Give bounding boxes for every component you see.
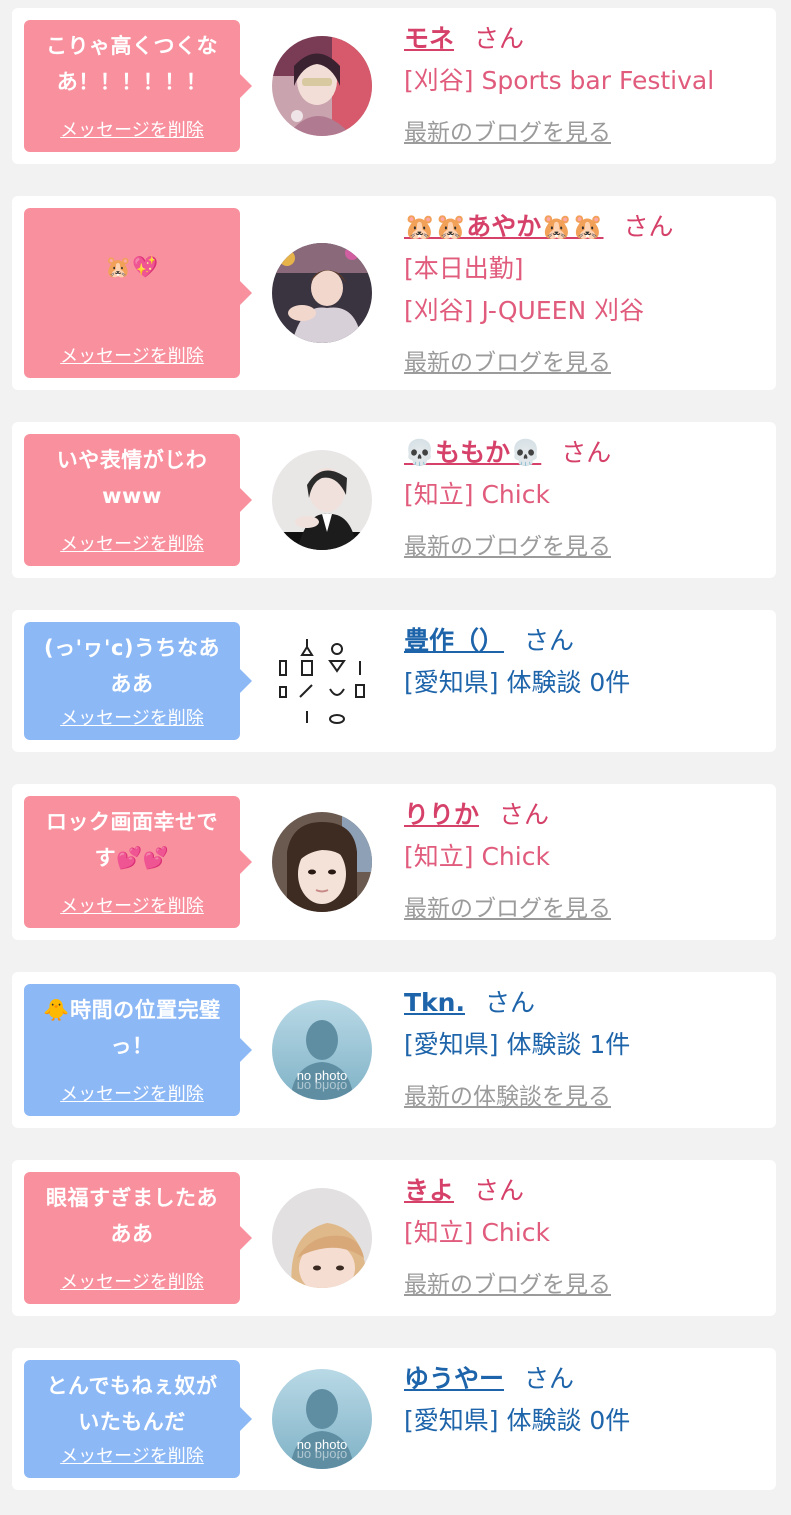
user-name-line: きよ さん	[404, 1170, 768, 1212]
user-avatar[interactable]	[272, 631, 372, 731]
user-name-line: モネ さん	[404, 18, 768, 60]
user-detail: [愛知県] 体験談 1件	[404, 1030, 631, 1059]
message-text: いや表情がじわ www	[56, 448, 208, 508]
delete-message-link[interactable]: メッセージを削除	[24, 116, 240, 142]
honorific-suffix: さん	[524, 1364, 575, 1393]
user-name-link[interactable]: 豊作（）	[404, 626, 504, 655]
message-list: こりゃ高くつくな あ！！！！！！ メッセージを削除 モネ さん [刈谷] Sports …	[0, 0, 791, 1515]
user-detail: [知立] Chick	[404, 1218, 550, 1247]
message-bubble: (っ'ヮ'c)うちなあ ああメッセージを削除	[24, 622, 252, 740]
latest-post-link[interactable]: 最新の体験談を見る	[404, 1076, 768, 1118]
delete-message-link[interactable]: メッセージを削除	[24, 1442, 240, 1468]
delete-message-link[interactable]: メッセージを削除	[24, 342, 240, 368]
message-card: とんでもねぇ奴が いたもんだ メッセージを削除 no photo no photo ゆう…	[12, 1348, 776, 1490]
user-detail: [愛知県] 体験談 0件	[404, 1406, 631, 1435]
user-name-line: 🐹🐹あやか🐹🐹 さん	[404, 206, 768, 248]
user-name-line: りりか さん	[404, 794, 768, 836]
user-info: Tkn. さん [愛知県] 体験談 1件最新の体験談を見る	[404, 982, 768, 1118]
user-avatar[interactable]	[272, 36, 372, 136]
user-name-link[interactable]: きよ	[404, 1176, 454, 1205]
user-info: 💀ももか💀 さん [知立] Chick 最新のブログを見る	[404, 432, 768, 568]
user-detail: [本日出勤]	[404, 254, 524, 283]
message-bubble: 🐥時間の位置完璧 っ！ メッセージを削除	[24, 984, 252, 1116]
latest-post-link[interactable]: 最新のブログを見る	[404, 526, 768, 568]
honorific-suffix: さん	[499, 800, 550, 829]
delete-message-link[interactable]: メッセージを削除	[24, 1080, 240, 1106]
user-name-link[interactable]: 🐹🐹あやか🐹🐹	[404, 212, 604, 241]
latest-post-link[interactable]: 最新のブログを見る	[404, 342, 768, 384]
message-bubble: とんでもねぇ奴が いたもんだメッセージを削除	[24, 1360, 252, 1478]
user-info: 🐹🐹あやか🐹🐹 さん [本日出勤] [刈谷] J-QUEEN 刈谷最新のブログを見る	[404, 206, 768, 384]
latest-post-link[interactable]: 最新のブログを見る	[404, 112, 768, 154]
svg-text:no photo: no photo	[297, 1079, 348, 1094]
honorific-suffix: さん	[561, 438, 612, 467]
user-name-link[interactable]: りりか	[404, 800, 479, 829]
message-bubble: 眼福すぎましたあ ああメッセージを削除	[24, 1172, 252, 1304]
svg-text:no photo: no photo	[297, 1448, 348, 1463]
user-info: ゆうやー さん [愛知県] 体験談 0件	[404, 1358, 768, 1442]
user-info: りりか さん [知立] Chick 最新のブログを見る	[404, 794, 768, 930]
honorific-suffix: さん	[623, 212, 674, 241]
user-avatar[interactable]	[272, 812, 372, 912]
message-text: こりゃ高くつくな あ！！！！！！	[46, 34, 218, 94]
latest-post-link[interactable]: 最新のブログを見る	[404, 1264, 768, 1306]
message-card: 🐥時間の位置完璧 っ！ メッセージを削除 no photo no photo Tkn. さ…	[12, 972, 776, 1128]
message-text: 🐹💖	[105, 255, 159, 279]
honorific-suffix: さん	[474, 1176, 525, 1205]
honorific-suffix: さん	[484, 988, 535, 1017]
user-name-link[interactable]: 💀ももか💀	[404, 438, 541, 467]
message-text: 🐥時間の位置完璧 っ！	[43, 998, 221, 1058]
user-name-line: 💀ももか💀 さん	[404, 432, 768, 474]
user-avatar[interactable]: no photo no photo	[272, 1000, 372, 1100]
latest-post-link[interactable]: 最新のブログを見る	[404, 888, 768, 930]
user-detail: [刈谷] J-QUEEN 刈谷	[404, 296, 645, 325]
user-avatar[interactable]: no photo no photo	[272, 1369, 372, 1469]
message-text: (っ'ヮ'c)うちなあ ああ	[43, 636, 220, 696]
message-bubble: 🐹💖 メッセージを削除	[24, 208, 252, 378]
delete-message-link[interactable]: メッセージを削除	[24, 704, 240, 730]
message-text: 眼福すぎましたあ ああ	[46, 1186, 218, 1246]
user-avatar[interactable]	[272, 1188, 372, 1288]
user-name-link[interactable]: ゆうやー	[404, 1364, 504, 1393]
honorific-suffix: さん	[524, 626, 575, 655]
honorific-suffix: さん	[474, 24, 525, 53]
user-detail: [愛知県] 体験談 0件	[404, 668, 631, 697]
user-detail: [知立] Chick	[404, 842, 550, 871]
message-card: ロック画面幸せで す💕💕 メッセージを削除 りりか さん [知立] Chick 最新のブロ…	[12, 784, 776, 940]
message-bubble: ロック画面幸せで す💕💕 メッセージを削除	[24, 796, 252, 928]
message-bubble: こりゃ高くつくな あ！！！！！！ メッセージを削除	[24, 20, 252, 152]
message-card: いや表情がじわ www メッセージを削除 💀ももか💀 さん [知立] Chick 最新のブ…	[12, 422, 776, 578]
user-info: 豊作（） さん [愛知県] 体験談 0件	[404, 620, 768, 704]
message-bubble: いや表情がじわ www メッセージを削除	[24, 434, 252, 566]
user-detail: [刈谷] Sports bar Festival	[404, 66, 715, 95]
message-card: 🐹💖 メッセージを削除 🐹🐹あやか🐹🐹 さん [本日出勤] [刈谷] J-QUEEN 刈谷…	[12, 196, 776, 390]
user-avatar[interactable]	[272, 450, 372, 550]
user-info: モネ さん [刈谷] Sports bar Festival 最新のブログを見る	[404, 18, 768, 154]
message-text: ロック画面幸せで す💕💕	[46, 810, 218, 870]
delete-message-link[interactable]: メッセージを削除	[24, 892, 240, 918]
message-card: こりゃ高くつくな あ！！！！！！ メッセージを削除 モネ さん [刈谷] Sports …	[12, 8, 776, 164]
user-info: きよ さん [知立] Chick 最新のブログを見る	[404, 1170, 768, 1306]
message-card: 眼福すぎましたあ ああメッセージを削除 きよ さん [知立] Chick 最新のブログを…	[12, 1160, 776, 1316]
delete-message-link[interactable]: メッセージを削除	[24, 1268, 240, 1294]
user-name-link[interactable]: Tkn.	[404, 988, 465, 1017]
user-name-line: 豊作（） さん	[404, 620, 768, 662]
message-card: (っ'ヮ'c)うちなあ ああメッセージを削除 豊作（） さん [愛知県] 体験談 0件	[12, 610, 776, 752]
user-detail: [知立] Chick	[404, 480, 550, 509]
user-name-link[interactable]: モネ	[404, 24, 454, 53]
user-name-line: ゆうやー さん	[404, 1358, 768, 1400]
message-text: とんでもねぇ奴が いたもんだ	[46, 1374, 218, 1434]
user-name-line: Tkn. さん	[404, 982, 768, 1024]
user-avatar[interactable]	[272, 243, 372, 343]
delete-message-link[interactable]: メッセージを削除	[24, 530, 240, 556]
